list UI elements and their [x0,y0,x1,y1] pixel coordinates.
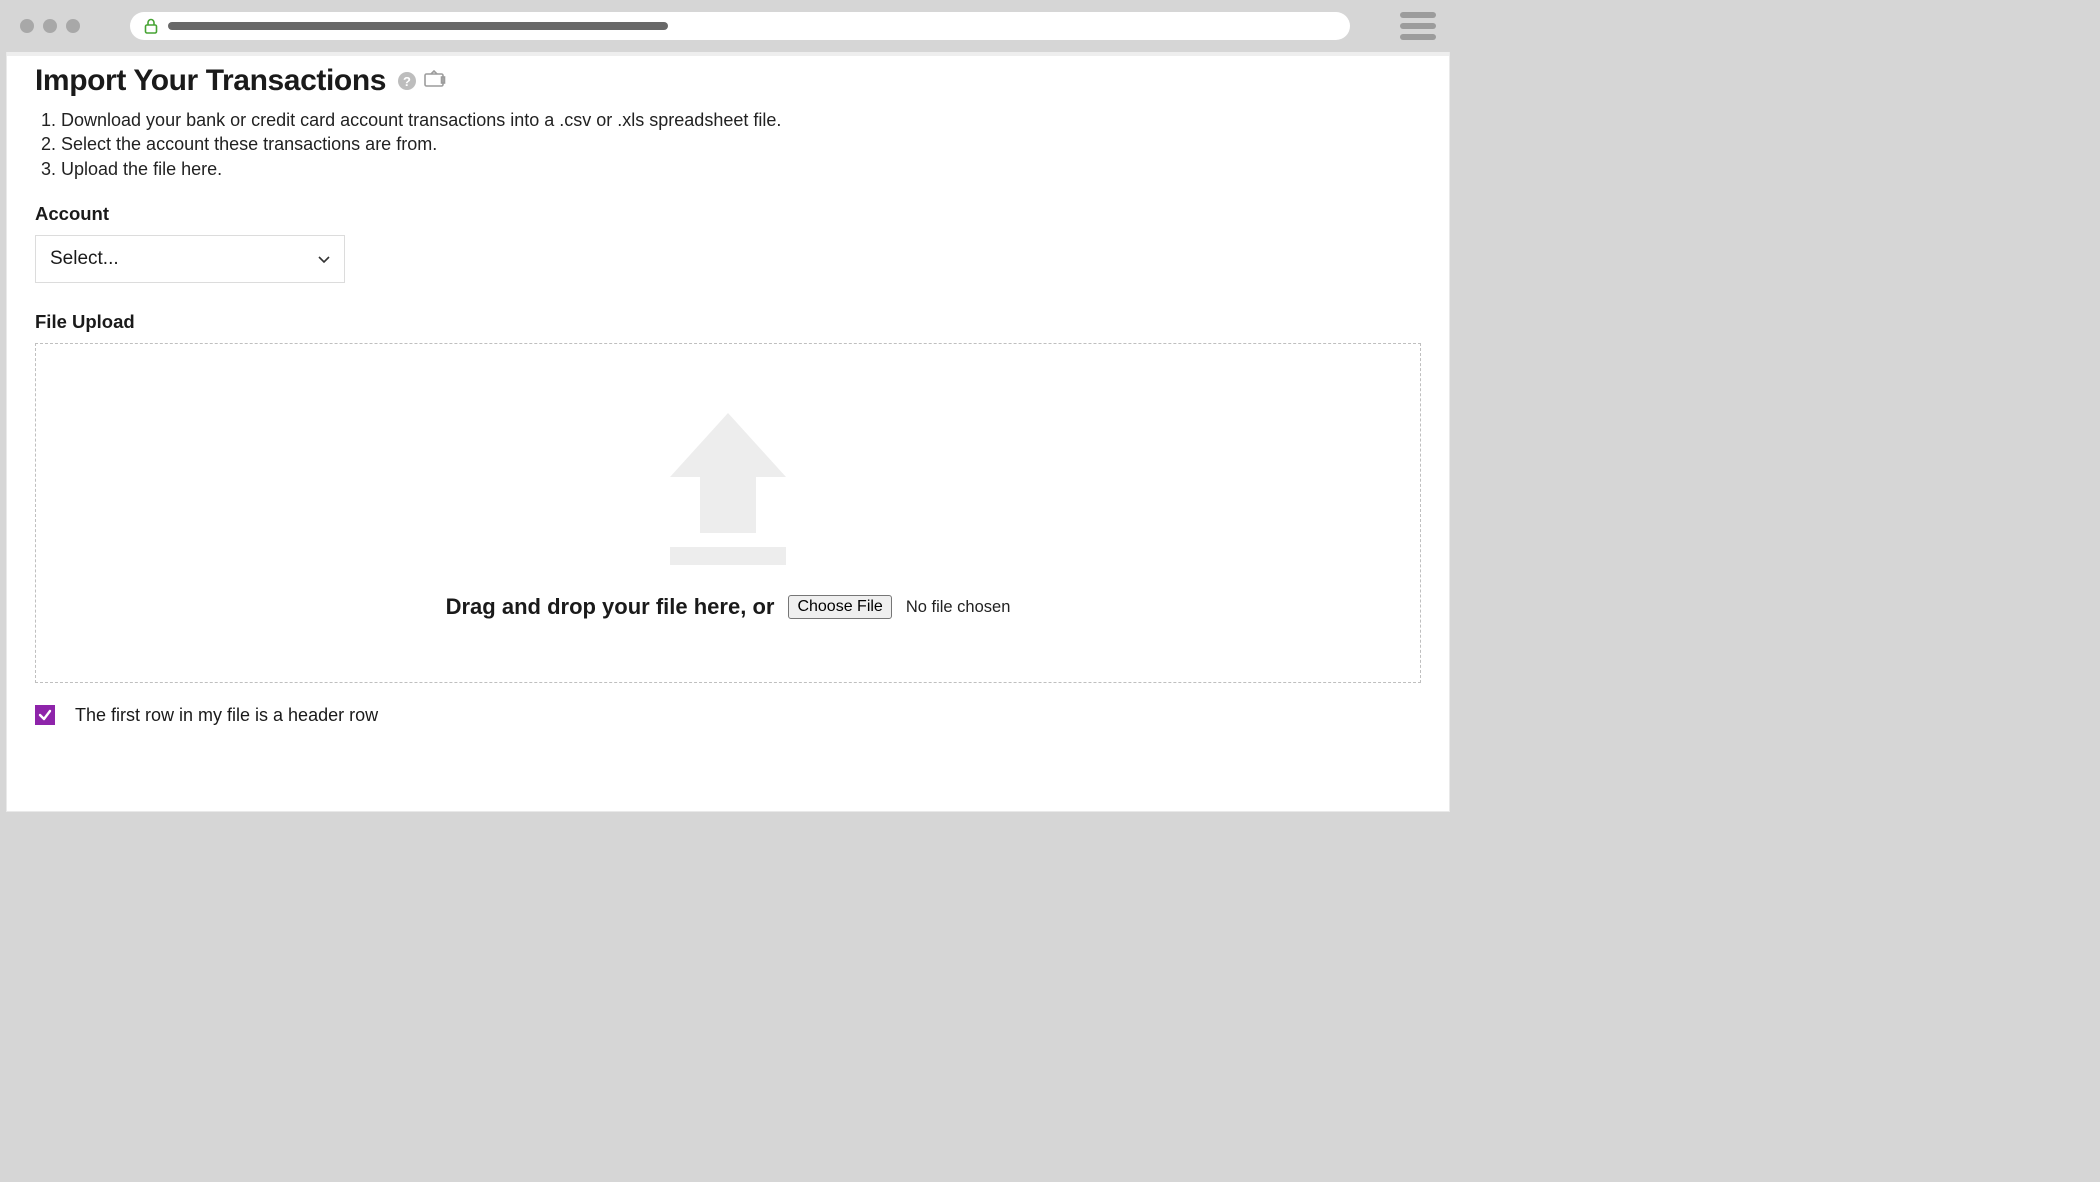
account-select-value: Select... [50,248,119,270]
window-maximize-dot[interactable] [66,19,80,33]
browser-chrome [0,0,1456,52]
step-item: Upload the file here. [61,157,1421,181]
dropzone-text: Drag and drop your file here, or [446,594,775,620]
account-select[interactable]: Select... [35,235,345,283]
choose-file-button[interactable]: Choose File [788,595,891,619]
header-row-label: The first row in my file is a header row [75,705,378,726]
chevron-down-icon [318,251,330,267]
help-icon[interactable]: ? [398,72,416,90]
url-placeholder [168,22,668,30]
divider [7,52,1449,56]
file-upload-label: File Upload [35,311,1421,333]
upload-arrow-icon [658,405,798,570]
address-bar[interactable] [130,12,1350,40]
lock-icon [144,18,158,34]
video-tutorial-icon[interactable] [424,70,446,93]
hamburger-menu-icon[interactable] [1400,12,1436,40]
window-close-dot[interactable] [20,19,34,33]
step-item: Select the account these transactions ar… [61,132,1421,156]
step-item: Download your bank or credit card accoun… [61,108,1421,132]
account-label: Account [35,203,1421,225]
no-file-chosen-text: No file chosen [906,598,1011,617]
window-minimize-dot[interactable] [43,19,57,33]
page-content: Import Your Transactions ? Download your… [6,52,1450,812]
page-title: Import Your Transactions [35,64,386,98]
instruction-steps: Download your bank or credit card accoun… [35,108,1421,181]
header-row-checkbox[interactable] [35,705,55,725]
file-dropzone[interactable]: Drag and drop your file here, or Choose … [35,343,1421,683]
window-controls [20,19,80,33]
